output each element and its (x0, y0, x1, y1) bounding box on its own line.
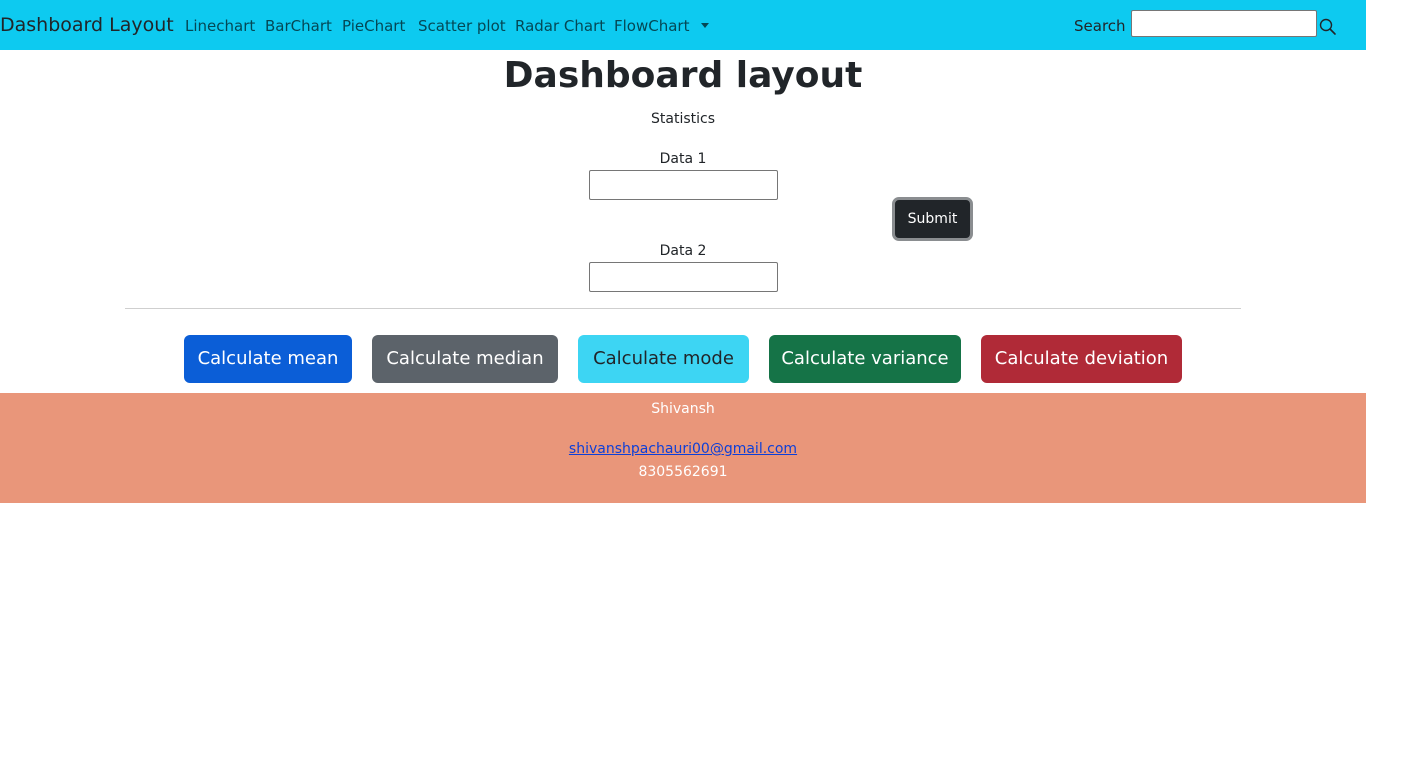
nav-item-linechart[interactable]: Linechart (185, 16, 255, 36)
nav-item-barchart[interactable]: BarChart (265, 16, 332, 36)
page: Dashboard Layout Linechart BarChart PieC… (0, 0, 1412, 768)
divider (125, 308, 1241, 309)
calculate-deviation-button[interactable]: Calculate deviation (981, 335, 1182, 383)
search-icon[interactable] (1319, 18, 1337, 36)
calculate-median-button[interactable]: Calculate median (372, 335, 558, 383)
search-label: Search (1074, 17, 1126, 35)
nav-item-flowchart[interactable]: FlowChart (614, 16, 689, 36)
page-subtitle: Statistics (651, 111, 715, 127)
nav-item-radar-chart[interactable]: Radar Chart (515, 16, 605, 36)
submit-button[interactable]: Submit (892, 197, 973, 241)
footer-name: Shivansh (651, 401, 715, 417)
data1-input[interactable] (589, 170, 778, 200)
navbar: Dashboard Layout Linechart BarChart PieC… (0, 0, 1366, 50)
nav-item-piechart[interactable]: PieChart (342, 16, 405, 36)
calculate-mean-button[interactable]: Calculate mean (184, 335, 352, 383)
footer-email-container: shivanshpachauri00@gmail.com (0, 439, 1366, 459)
calculate-variance-button[interactable]: Calculate variance (769, 335, 961, 383)
data2-input[interactable] (589, 262, 778, 292)
search-input[interactable] (1131, 10, 1317, 37)
nav-item-scatter-plot[interactable]: Scatter plot (418, 16, 506, 36)
data2-label: Data 2 (659, 243, 707, 259)
calculate-mode-button[interactable]: Calculate mode (578, 335, 749, 383)
navbar-brand[interactable]: Dashboard Layout (0, 13, 174, 37)
footer-phone: 8305562691 (638, 464, 728, 480)
data1-label: Data 1 (659, 151, 707, 167)
caret-down-icon[interactable] (701, 23, 709, 28)
footer: Shivansh shivanshpachauri00@gmail.com 83… (0, 393, 1366, 503)
footer-email-link[interactable]: shivanshpachauri00@gmail.com (569, 441, 797, 457)
page-title: Dashboard layout (503, 55, 863, 96)
